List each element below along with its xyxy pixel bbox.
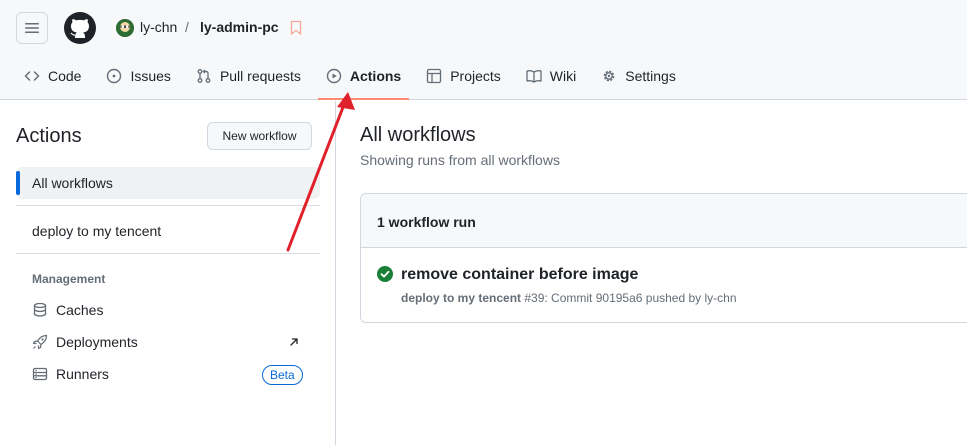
sidebar-item-label: Runners <box>56 366 109 382</box>
owner-avatar[interactable] <box>116 19 134 37</box>
sidebar-item-workflow[interactable]: deploy to my tencent <box>32 223 161 239</box>
server-icon <box>32 367 48 381</box>
code-icon <box>24 71 40 81</box>
beta-badge: Beta <box>262 365 303 385</box>
workflow-runs-list: 1 workflow run remove container before i… <box>360 193 967 323</box>
sidebar-item-runners[interactable]: Runners <box>32 364 109 384</box>
tab-settings[interactable]: Settings <box>593 60 684 92</box>
sidebar-item-caches[interactable]: Caches <box>32 300 103 320</box>
run-title-link[interactable]: remove container before image <box>401 266 638 284</box>
tab-projects[interactable]: Projects <box>418 60 509 92</box>
tab-wiki-label: Wiki <box>549 68 577 84</box>
owner-avatar-image <box>116 19 134 37</box>
pull-request-icon <box>197 69 211 83</box>
table-icon <box>427 68 442 84</box>
database-icon <box>33 302 47 317</box>
sidebar-title: Actions <box>16 125 82 147</box>
menu-button[interactable] <box>16 12 48 44</box>
page-subtitle: Showing runs from all workflows <box>360 152 560 168</box>
management-heading: Management <box>32 272 106 286</box>
tab-actions-label: Actions <box>349 68 402 84</box>
book-icon <box>526 70 542 83</box>
play-icon <box>326 68 342 84</box>
run-meta: deploy to my tencent #39: Commit 90195a6… <box>401 291 737 305</box>
divider <box>16 205 320 206</box>
divider <box>16 253 320 254</box>
bookmark-icon[interactable] <box>290 20 302 36</box>
sidebar-item-label: All workflows <box>32 175 113 191</box>
tab-issues-label: Issues <box>130 68 171 84</box>
arrow-up-right-icon <box>290 338 298 346</box>
sidebar-item-deployments[interactable]: Deployments <box>32 332 138 352</box>
runs-list-header: 1 workflow run <box>361 194 967 248</box>
run-workflow-name[interactable]: deploy to my tencent <box>401 291 521 305</box>
tab-settings-label: Settings <box>625 68 676 84</box>
github-logo-icon[interactable] <box>64 12 96 44</box>
repo-owner-link[interactable]: ly-chn <box>140 19 177 35</box>
run-meta-text: #39: Commit 90195a6 pushed by ly-chn <box>521 291 737 305</box>
issue-icon <box>107 68 122 84</box>
gear-icon <box>603 70 615 82</box>
page-title: All workflows <box>360 124 476 146</box>
tab-pull-requests-label: Pull requests <box>219 68 301 84</box>
tab-wiki[interactable]: Wiki <box>518 60 584 92</box>
rocket-icon <box>32 334 48 350</box>
sidebar-item-label: Caches <box>56 302 104 318</box>
tab-code-label: Code <box>48 68 82 84</box>
sidebar-item-label: Deployments <box>56 334 138 350</box>
tab-issues[interactable]: Issues <box>98 60 178 92</box>
check-circle-icon <box>377 266 393 282</box>
tab-actions[interactable]: Actions <box>317 60 410 100</box>
sidebar-item-all-workflows[interactable]: All workflows <box>16 167 320 199</box>
path-separator: / <box>185 19 189 35</box>
repo-name-link[interactable]: ly-admin-pc <box>200 19 279 35</box>
tab-code[interactable]: Code <box>16 60 89 92</box>
selected-indicator <box>16 171 20 195</box>
runs-count: 1 workflow run <box>377 214 476 230</box>
hamburger-icon <box>25 23 39 33</box>
tab-projects-label: Projects <box>450 68 501 84</box>
tab-pull-requests[interactable]: Pull requests <box>188 60 309 92</box>
repo-header: ly-chn / ly-admin-pc Code Issues Pull re… <box>0 0 967 100</box>
repo-tabs: Code Issues Pull requests Actions Projec… <box>16 60 693 100</box>
actions-sidebar: Actions New workflow All workflows deplo… <box>0 101 336 445</box>
new-workflow-button[interactable]: New workflow <box>207 122 312 150</box>
